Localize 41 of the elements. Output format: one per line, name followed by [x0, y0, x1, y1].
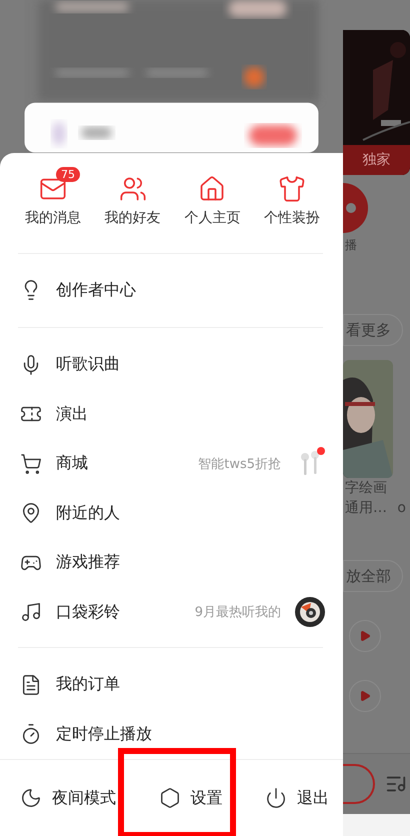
bottom-action-button[interactable]: 夜间模式: [20, 783, 116, 813]
bottom-action-button[interactable]: 退出: [265, 783, 329, 813]
quick-action-button[interactable]: 个性装扮: [254, 166, 329, 252]
unread-count: 75: [56, 166, 80, 182]
menu-item[interactable]: 听歌识曲: [56, 354, 325, 376]
channel-label: 播: [345, 237, 358, 254]
menu-item[interactable]: 口袋彩铃: [56, 602, 181, 623]
playlist-title: o: [396, 499, 406, 518]
timer-icon: [20, 723, 42, 746]
exclusive-tag: 独家: [343, 145, 410, 175]
shirt-icon: [278, 174, 306, 202]
quick-action-button[interactable]: 我的好友: [96, 166, 170, 252]
location-pin-icon: [20, 502, 42, 524]
people-icon: [118, 174, 147, 202]
promo-hint: 9月最热听我的: [194, 604, 281, 622]
music-note-icon: [20, 601, 42, 624]
play-icon: [359, 690, 371, 702]
menu-item[interactable]: 商城: [56, 453, 184, 474]
menu-item[interactable]: 演出: [56, 404, 325, 425]
menu-item[interactable]: 我的订单: [56, 674, 325, 696]
radio-icon: [343, 183, 368, 233]
menu-item[interactable]: 附近的人: [56, 502, 325, 524]
cart-icon: [20, 452, 42, 475]
menu-item[interactable]: 定时停止播放: [56, 724, 325, 745]
play-icon: [359, 630, 371, 642]
moon-icon: [20, 787, 42, 809]
quick-action-button[interactable]: 个人主页: [175, 166, 250, 252]
document-icon: [20, 674, 42, 696]
promo-hint: 智能tws5折抢: [198, 456, 281, 473]
settings-icon: [158, 787, 180, 809]
house-icon: [198, 174, 226, 202]
quick-action-button[interactable]: 75 我的消息: [16, 166, 90, 252]
menu-item[interactable]: 游戏推荐: [56, 552, 325, 574]
play-button[interactable]: [349, 620, 381, 652]
player-ring-icon: [343, 764, 375, 804]
play-button[interactable]: [349, 680, 381, 712]
menu-item[interactable]: 创作者中心: [56, 280, 325, 301]
power-icon: [265, 787, 287, 809]
bottom-action-button[interactable]: 设置: [158, 783, 222, 813]
playlist-title: 通用…: [344, 499, 387, 518]
playlist-title: 字绘画: [344, 479, 388, 498]
